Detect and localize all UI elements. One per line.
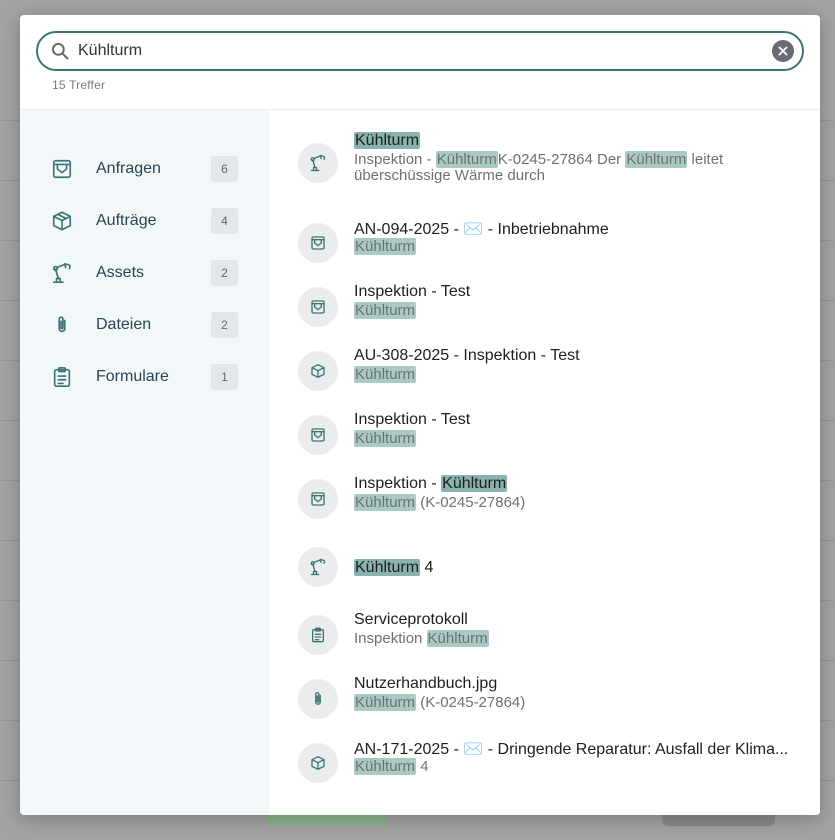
result-item[interactable]: AN-094-2025 - ✉️ - Inbetriebnahme Kühltu… — [270, 215, 820, 275]
result-title: Nutzerhandbuch.jpg — [354, 675, 498, 692]
category-assets[interactable]: Assets 2 — [20, 253, 270, 293]
result-title: Kühlturm — [354, 132, 794, 150]
category-sidebar: Anfragen 6 Aufträge 4 Assets 2 Dateien 2… — [20, 110, 270, 815]
category-count-badge: 6 — [211, 156, 238, 182]
search-input[interactable] — [78, 33, 758, 69]
search-highlight: Kühlturm — [354, 494, 417, 511]
search-modal: 15 Treffer Anfragen 6 Aufträge 4 — [20, 15, 820, 815]
result-item[interactable]: AU-308-2025 - Inspektion - Test Kühlturm — [270, 343, 820, 403]
result-subtitle: Kühlturm (K-0245-27864) — [354, 694, 784, 711]
search-highlight: Kühlturm — [354, 238, 417, 255]
paperclip-icon — [58, 316, 66, 333]
result-title: AN-171-2025 - ✉️ - Dringende Reparatur: … — [354, 741, 789, 758]
search-icon — [51, 42, 69, 60]
result-subtitle: Kühlturm — [354, 430, 784, 447]
robot-arm-icon — [310, 558, 326, 576]
result-subtitle: Kühlturm (K-0245-27864) — [354, 494, 784, 511]
category-label: Assets — [96, 264, 145, 281]
result-icon — [298, 287, 338, 327]
result-title: Inspektion - Test — [354, 283, 471, 300]
subtitle-text: K-0245-27864 Der — [497, 151, 626, 168]
search-highlight: Kühlturm — [354, 559, 421, 576]
subtitle-text: Inspektion — [354, 630, 427, 647]
clipboard-icon — [312, 627, 324, 643]
result-subtitle: Kühlturm — [354, 302, 784, 319]
search-highlight: Kühlturm — [354, 132, 421, 149]
search-highlight: Kühlturm — [441, 475, 508, 492]
title-text: 4 — [420, 559, 434, 576]
search-highlight: Kühlturm — [354, 758, 417, 775]
result-item[interactable]: Nutzerhandbuch.jpg Kühlturm (K-0245-2786… — [270, 675, 820, 739]
inbox-icon — [311, 300, 325, 314]
robot-arm-icon — [310, 154, 326, 172]
category-formulare[interactable]: Formulare 1 — [20, 357, 270, 397]
result-subtitle: Kühlturm — [354, 366, 784, 383]
result-title: AU-308-2025 - Inspektion - Test — [354, 347, 580, 364]
result-title: Serviceprotokoll — [354, 611, 468, 628]
results-list: Kühlturm Inspektion - KühlturmK-0245-278… — [270, 110, 820, 815]
category-anfragen[interactable]: Anfragen 6 — [20, 149, 270, 189]
result-subtitle: Inspektion - KühlturmK-0245-27864 Der Kü… — [354, 151, 784, 184]
category-count-badge: 2 — [211, 260, 238, 286]
result-subtitle: Inspektion Kühlturm — [354, 630, 784, 647]
result-icon — [298, 223, 338, 263]
result-title: Inspektion - Kühlturm — [354, 475, 794, 493]
paperclip-icon — [315, 692, 321, 705]
result-icon — [298, 415, 338, 455]
package-icon — [311, 364, 325, 378]
result-title: AN-094-2025 - ✉️ - Inbetriebnahme — [354, 221, 609, 238]
search-highlight: Kühlturm — [354, 366, 417, 383]
robot-arm-icon — [52, 263, 71, 283]
category-label: Formulare — [96, 368, 169, 385]
result-item[interactable]: Serviceprotokoll Inspektion Kühlturm — [270, 611, 820, 675]
search-bar[interactable] — [36, 31, 804, 71]
clear-search-button[interactable] — [772, 40, 794, 62]
result-icon — [298, 479, 338, 519]
category-count-badge: 2 — [211, 312, 238, 338]
inbox-icon — [311, 492, 325, 506]
result-item[interactable]: Inspektion - Test Kühlturm — [270, 407, 820, 467]
subtitle-text: (K-0245-27864) — [416, 694, 526, 711]
subtitle-text: (K-0245-27864) — [416, 494, 526, 511]
category-label: Dateien — [96, 316, 152, 333]
result-icon — [298, 743, 338, 783]
result-title: Kühlturm 4 — [354, 559, 794, 577]
result-title: Inspektion - Test — [354, 411, 471, 428]
search-highlight: Kühlturm — [426, 630, 489, 647]
subtitle-text: 4 — [416, 758, 429, 775]
result-item[interactable]: Kühlturm Inspektion - KühlturmK-0245-278… — [270, 132, 820, 202]
result-item[interactable]: AN-171-2025 - ✉️ - Dringende Reparatur: … — [270, 741, 820, 803]
result-item[interactable]: Inspektion - Test Kühlturm — [270, 279, 820, 339]
search-highlight: Kühlturm — [354, 302, 417, 319]
category-count-badge: 4 — [211, 208, 238, 234]
result-icon — [298, 615, 338, 655]
package-icon — [311, 756, 325, 770]
title-text: Inspektion - — [354, 475, 442, 492]
category-label: Aufträge — [96, 212, 157, 229]
search-highlight: Kühlturm — [625, 151, 688, 168]
result-icon — [298, 679, 338, 719]
result-icon — [298, 143, 338, 183]
search-highlight: Kühlturm — [354, 430, 417, 447]
category-dateien[interactable]: Dateien 2 — [20, 305, 270, 345]
search-highlight: Kühlturm — [354, 694, 417, 711]
inbox-icon — [311, 428, 325, 442]
result-count: 15 Treffer — [52, 78, 106, 92]
clipboard-icon — [53, 367, 71, 387]
result-icon — [298, 351, 338, 391]
inbox-icon — [311, 236, 325, 250]
category-auftraege[interactable]: Aufträge 4 — [20, 201, 270, 241]
result-icon — [298, 547, 338, 587]
subtitle-text: Inspektion - — [354, 151, 436, 168]
close-icon — [778, 46, 788, 56]
search-highlight: Kühlturm — [435, 151, 498, 168]
result-item[interactable]: Kühlturm 4 — [270, 535, 820, 595]
result-item[interactable]: Inspektion - Kühlturm Kühlturm (K-0245-2… — [270, 471, 820, 531]
result-subtitle: Kühlturm 4 — [354, 758, 784, 775]
package-icon — [52, 211, 72, 231]
result-subtitle: Kühlturm — [354, 238, 784, 255]
inbox-icon — [52, 159, 72, 179]
category-count-badge: 1 — [211, 364, 238, 390]
category-label: Anfragen — [96, 160, 161, 177]
